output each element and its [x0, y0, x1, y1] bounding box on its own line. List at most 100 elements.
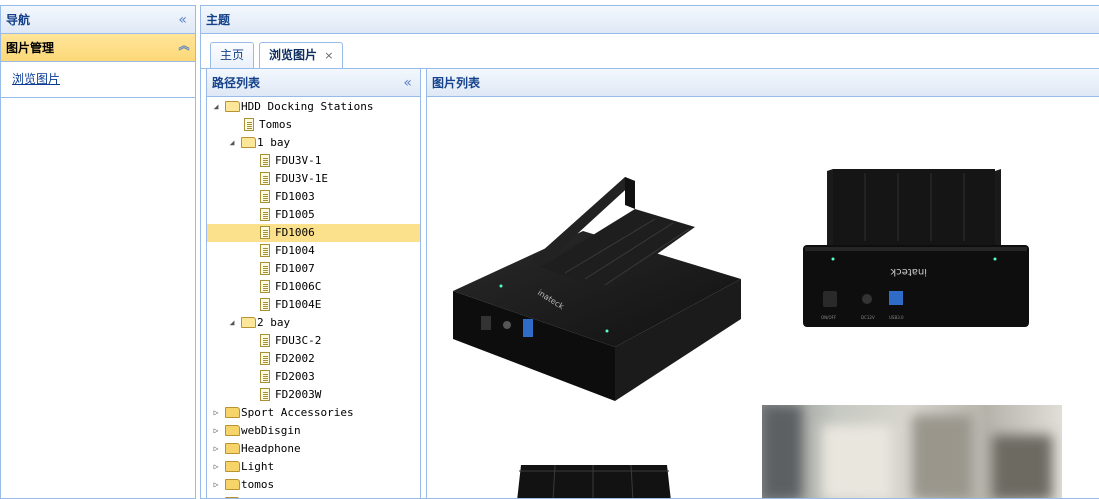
- accordion-body: 浏览图片: [1, 62, 195, 98]
- tree-folder-row[interactable]: ◢ HDD Docking Stations: [207, 98, 420, 116]
- path-tree: ◢ HDD Docking Stations Tomos ◢ 1 bay FDU3V-1 F…: [207, 98, 420, 498]
- path-list-header: 路径列表 «: [207, 69, 420, 97]
- file-icon: [260, 334, 270, 347]
- image-list-title: 图片列表: [432, 76, 481, 90]
- double-chevron-up-icon[interactable]: ︽: [177, 40, 191, 54]
- tree-folder-row[interactable]: ◢ 2 bay: [207, 314, 420, 332]
- file-icon: [260, 352, 270, 365]
- tree-item-label: Bluetooth Keyboard: [241, 494, 360, 498]
- tree-folder-row[interactable]: ▷ Sport Accessories: [207, 404, 420, 422]
- tree-item-label: FD1004E: [275, 298, 322, 311]
- accordion-title: 图片管理: [6, 41, 55, 55]
- folder-icon: [225, 443, 240, 454]
- product-image-dock-front[interactable]: inateck ON/OFF DC12V USB3.0: [797, 151, 1037, 391]
- folder-icon: [225, 407, 240, 418]
- image-list-header: 图片列表: [427, 69, 1099, 97]
- tree-folder-row[interactable]: ▷ Light: [207, 458, 420, 476]
- folder-open-icon: [241, 317, 256, 328]
- file-icon: [260, 244, 270, 257]
- tree-item-label: FD1004: [275, 244, 315, 257]
- tree-folder-row[interactable]: ▷ Headphone: [207, 440, 420, 458]
- tree-file-row[interactable]: FD1005: [207, 206, 420, 224]
- tree-item-label: FDU3V-1: [275, 154, 322, 167]
- product-image-dock-partial[interactable]: [515, 461, 675, 499]
- file-icon: [260, 190, 270, 203]
- tree-item-label: Headphone: [241, 442, 301, 455]
- double-chevron-left-icon[interactable]: «: [403, 69, 412, 97]
- file-icon: [260, 370, 270, 383]
- tree-folder-row[interactable]: ▷ Bluetooth Keyboard: [207, 494, 420, 498]
- tree-item-label: HDD Docking Stations: [241, 100, 374, 113]
- tree-item-label: webDisgin: [241, 424, 301, 437]
- tree-file-row[interactable]: FDU3V-1: [207, 152, 420, 170]
- folder-open-icon: [225, 101, 240, 112]
- file-icon: [260, 262, 270, 275]
- nav-panel: 导航 « 图片管理 ︽ 浏览图片: [0, 5, 196, 499]
- tree-folder-row[interactable]: ▷ tomos: [207, 476, 420, 494]
- tree-item-label: FD2003W: [275, 388, 322, 401]
- tree-item-label: Sport Accessories: [241, 406, 354, 419]
- folder-icon: [225, 479, 240, 490]
- port-label-dc: DC12V: [861, 315, 875, 320]
- accordion-header-image-management[interactable]: 图片管理 ︽: [1, 34, 195, 62]
- file-icon: [260, 208, 270, 221]
- expand-arrow-down-icon[interactable]: ◢: [227, 314, 237, 332]
- tree-item-label: FDU3V-1E: [275, 172, 328, 185]
- tabs-bar: 主页 浏览图片 ×: [201, 35, 1099, 70]
- file-icon: [260, 280, 270, 293]
- file-icon: [260, 388, 270, 401]
- folder-open-icon: [241, 137, 256, 148]
- tree-item-label: Tomos: [259, 118, 293, 131]
- tree-item-label: FD1006: [275, 226, 315, 239]
- tree-file-row[interactable]: FD1006: [207, 224, 420, 242]
- nav-title: 导航: [6, 13, 31, 27]
- tree-item-label: FD1005: [275, 208, 315, 221]
- image-list-panel: 图片列表 inateck inateck ON/OFF DC12V USB3.0: [426, 68, 1099, 499]
- tab-home[interactable]: 主页: [210, 42, 255, 69]
- tree-file-row[interactable]: FD2003W: [207, 386, 420, 404]
- tree-file-row[interactable]: FD1007: [207, 260, 420, 278]
- expand-arrow-right-icon[interactable]: ▷: [211, 422, 221, 440]
- browse-images-link[interactable]: 浏览图片: [12, 72, 60, 86]
- file-icon: [260, 154, 270, 167]
- expand-arrow-right-icon[interactable]: ▷: [211, 494, 221, 498]
- expand-arrow-down-icon[interactable]: ◢: [227, 134, 237, 152]
- close-icon[interactable]: ×: [324, 49, 333, 62]
- folder-icon: [225, 425, 240, 436]
- expand-arrow-right-icon[interactable]: ▷: [211, 476, 221, 494]
- tree-file-row[interactable]: Tomos: [207, 116, 420, 134]
- expand-arrow-down-icon[interactable]: ◢: [211, 98, 221, 116]
- tree-file-row[interactable]: FD1003: [207, 188, 420, 206]
- tree-item-label: tomos: [241, 478, 275, 491]
- tree-folder-row[interactable]: ◢ 1 bay: [207, 134, 420, 152]
- tree-file-row[interactable]: FD1006C: [207, 278, 420, 296]
- expand-arrow-right-icon[interactable]: ▷: [211, 458, 221, 476]
- tab-browse-images-label: 浏览图片: [269, 48, 318, 62]
- tree-item-label: FD1003: [275, 190, 315, 203]
- tree-file-row[interactable]: FD2002: [207, 350, 420, 368]
- tree-folder-row[interactable]: ▷ webDisgin: [207, 422, 420, 440]
- port-label-usb: USB3.0: [889, 315, 904, 320]
- port-label-power: ON/OFF: [821, 315, 837, 320]
- tab-home-label: 主页: [220, 48, 245, 62]
- tree-item-label: FD2002: [275, 352, 315, 365]
- tree-file-row[interactable]: FD1004E: [207, 296, 420, 314]
- tree-item-label: FD1006C: [275, 280, 322, 293]
- tree-file-row[interactable]: FDU3C-2: [207, 332, 420, 350]
- tab-browse-images[interactable]: 浏览图片 ×: [259, 42, 344, 70]
- folder-icon: [225, 461, 240, 472]
- nav-panel-header: 导航 «: [1, 6, 195, 34]
- product-image-dock-angled[interactable]: inateck: [445, 169, 745, 409]
- tree-file-row[interactable]: FD2003: [207, 368, 420, 386]
- tree-file-row[interactable]: FD1004: [207, 242, 420, 260]
- tree-item-label: FD2003: [275, 370, 315, 383]
- file-icon: [260, 226, 270, 239]
- expand-arrow-right-icon[interactable]: ▷: [211, 440, 221, 458]
- tree-file-row[interactable]: FDU3V-1E: [207, 170, 420, 188]
- tree-item-label: Light: [241, 460, 275, 473]
- tree-item-label: FDU3C-2: [275, 334, 322, 347]
- expand-arrow-right-icon[interactable]: ▷: [211, 404, 221, 422]
- double-chevron-left-icon[interactable]: «: [178, 6, 187, 34]
- product-photo-blurred[interactable]: [762, 405, 1062, 499]
- product-brand-label: inateck: [890, 266, 927, 277]
